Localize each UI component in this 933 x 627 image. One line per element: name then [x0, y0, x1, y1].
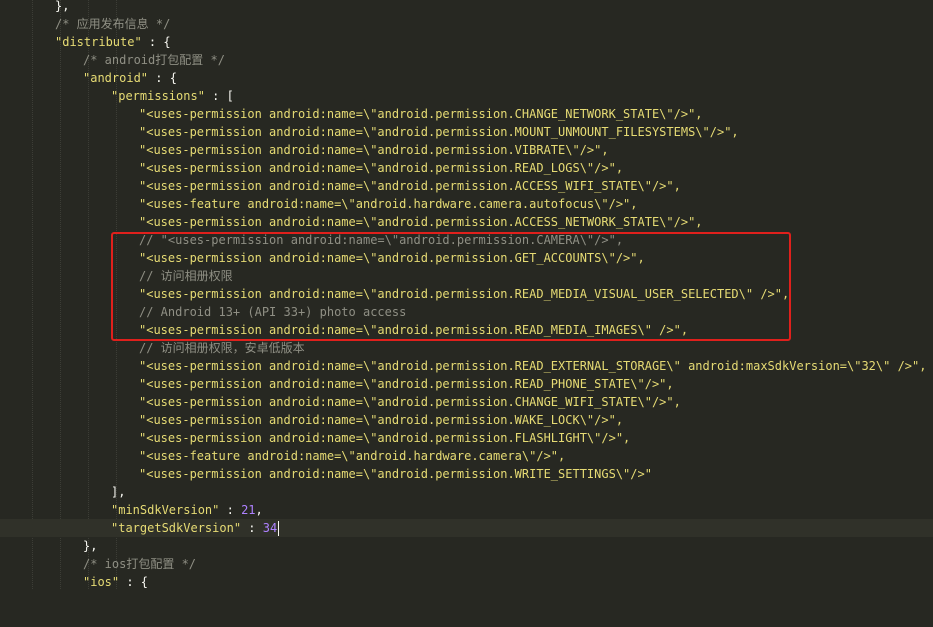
code-text: "minSdkVersion" : 21,: [111, 501, 263, 519]
code-line: "<uses-feature android:name=\"android.ha…: [0, 195, 933, 213]
code-comment: /* ios打包配置 */: [83, 557, 197, 571]
code-comment: /* android打包配置 */: [83, 53, 225, 67]
permission-string: "<uses-permission android:name=\"android…: [139, 377, 674, 391]
code-punct: :: [219, 503, 242, 517]
json-key-ios: "ios": [83, 575, 120, 589]
code-text: "android" : {: [83, 69, 177, 87]
code-line: "<uses-permission android:name=\"android…: [0, 159, 933, 177]
code-line: "<uses-permission android:name=\"android…: [0, 213, 933, 231]
text-cursor: [278, 521, 280, 536]
code-line: "distribute" : {: [0, 33, 933, 51]
code-line: /* 应用发布信息 */: [0, 15, 933, 33]
permission-string: "<uses-permission android:name=\"android…: [139, 125, 739, 139]
permission-string: "<uses-permission android:name=\"android…: [139, 107, 703, 121]
code-line: "<uses-permission android:name=\"android…: [0, 357, 933, 375]
permission-string: "<uses-permission android:name=\"android…: [139, 431, 631, 445]
code-punct: :: [241, 521, 263, 535]
code-punct: : {: [141, 35, 171, 49]
annotation-highlight-box: [111, 232, 791, 341]
json-number: 34: [262, 521, 278, 535]
json-key-permissions: "permissions": [111, 89, 205, 103]
code-line: /* ios打包配置 */: [0, 555, 933, 573]
feature-string: "<uses-feature android:name=\"android.ha…: [139, 197, 638, 211]
code-comment: /* 应用发布信息 */: [55, 17, 171, 31]
code-line: "permissions" : [: [0, 87, 933, 105]
code-punct: : {: [148, 71, 177, 85]
code-line: "<uses-permission android:name=\"android…: [0, 411, 933, 429]
code-line: "<uses-permission android:name=\"android…: [0, 375, 933, 393]
code-comment: // 访问相册权限，安卓低版本: [139, 341, 305, 355]
code-text: "distribute" : {: [55, 33, 171, 51]
code-line: "minSdkVersion" : 21,: [0, 501, 933, 519]
code-editor[interactable]: }, /* 应用发布信息 */ "distribute" : { /* andr…: [0, 0, 933, 589]
permission-string: "<uses-permission android:name=\"android…: [139, 215, 703, 229]
code-punct: : [: [204, 89, 234, 103]
permission-string: "<uses-permission android:name=\"android…: [139, 413, 624, 427]
code-line: "<uses-permission android:name=\"android…: [0, 105, 933, 123]
json-number: 21: [241, 503, 256, 517]
code-punct: ],: [111, 485, 126, 499]
code-line: ],: [0, 483, 933, 501]
code-text: "permissions" : [: [111, 87, 234, 105]
code-line: "<uses-permission android:name=\"android…: [0, 141, 933, 159]
code-punct: : {: [119, 575, 149, 589]
code-punct: ,: [255, 503, 263, 517]
json-key-android: "android": [83, 71, 149, 85]
code-line: "<uses-permission android:name=\"android…: [0, 465, 933, 483]
code-line: "<uses-permission android:name=\"android…: [0, 123, 933, 141]
code-line: "ios" : {: [0, 573, 933, 591]
code-line: },: [0, 0, 933, 15]
code-line: "android" : {: [0, 69, 933, 87]
permission-string: "<uses-permission android:name=\"android…: [139, 467, 652, 481]
json-key-distribute: "distribute": [55, 35, 142, 49]
json-key-target-sdk: "targetSdkVersion": [111, 521, 242, 535]
code-line: "<uses-permission android:name=\"android…: [0, 177, 933, 195]
code-text: },: [55, 0, 70, 13]
code-text: "ios" : {: [83, 573, 148, 591]
code-line: "<uses-permission android:name=\"android…: [0, 393, 933, 411]
permission-string: "<uses-permission android:name=\"android…: [139, 179, 681, 193]
code-line: /* android打包配置 */: [0, 51, 933, 69]
code-line: },: [0, 537, 933, 555]
json-key-min-sdk: "minSdkVersion": [111, 503, 220, 517]
permission-string: "<uses-permission android:name=\"android…: [139, 161, 624, 175]
permission-string: "<uses-permission android:name=\"android…: [139, 143, 609, 157]
feature-string: "<uses-feature android:name=\"android.ha…: [139, 449, 566, 463]
permission-string: "<uses-permission android:name=\"android…: [139, 359, 927, 373]
code-line: // 访问相册权限，安卓低版本: [0, 339, 933, 357]
code-line: "<uses-feature android:name=\"android.ha…: [0, 447, 933, 465]
code-text: "targetSdkVersion" : 34: [111, 519, 280, 537]
permission-string: "<uses-permission android:name=\"android…: [139, 395, 681, 409]
current-code-line: "targetSdkVersion" : 34: [0, 519, 933, 537]
code-punct: },: [83, 539, 98, 553]
code-line: "<uses-permission android:name=\"android…: [0, 429, 933, 447]
